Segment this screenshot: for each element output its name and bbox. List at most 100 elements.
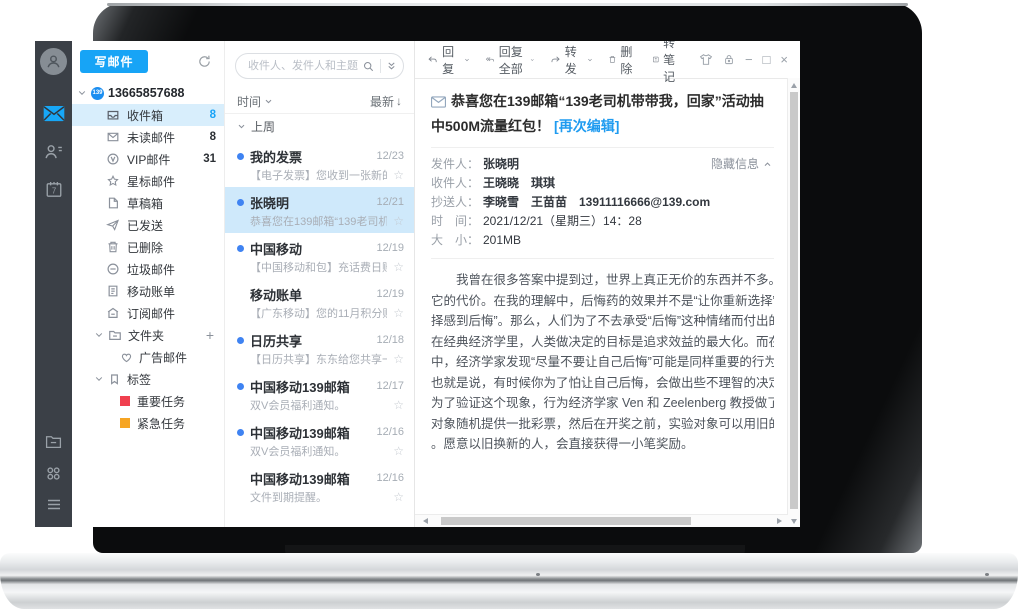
folder-list: 收件箱 8 未读邮件 8 VIP邮件 31 星标邮件 xyxy=(72,104,224,434)
scroll-right-arrow[interactable] xyxy=(777,518,782,524)
delete-button[interactable]: 删除 xyxy=(608,43,637,77)
star-icon[interactable]: ☆ xyxy=(393,260,404,274)
avatar[interactable] xyxy=(40,48,67,75)
mail-icon xyxy=(106,130,120,144)
mail-item[interactable]: 中国移动12/19 【中国移动和包】充话费日账单已送到 ...☆ xyxy=(225,233,414,279)
mail-item[interactable]: 移动账单12/19 【广东移动】您的11月积分账单已送达 ...☆ xyxy=(225,279,414,325)
mail-item-selected[interactable]: 张晓明12/21 恭喜您在139邮箱“139老司机带带我...☆ xyxy=(225,187,414,233)
tag-important[interactable]: 重要任务 xyxy=(72,390,224,412)
search-icon[interactable] xyxy=(362,60,375,73)
scroll-left-arrow[interactable] xyxy=(423,518,428,524)
folder-deleted[interactable]: 已删除 xyxy=(72,236,224,258)
star-icon[interactable]: ☆ xyxy=(393,444,404,458)
minimize-button[interactable]: − xyxy=(745,52,753,67)
scroll-up-arrow[interactable] xyxy=(791,83,797,88)
orange-tag-swatch xyxy=(120,418,130,428)
folder-starred[interactable]: 星标邮件 xyxy=(72,170,224,192)
mail-list-panel: 时间 最新↓ 上周 我的发票12/23 【电子发票】您收到一张新的电子发票。☆ … xyxy=(225,41,415,527)
folder-drafts[interactable]: 草稿箱 xyxy=(72,192,224,214)
folder-group[interactable]: 文件夹 + xyxy=(72,324,224,346)
sent-icon xyxy=(106,218,120,232)
unread-dot xyxy=(237,337,244,344)
search-box[interactable] xyxy=(235,53,404,79)
reply-all-button[interactable]: 回复全部 xyxy=(485,43,535,77)
refresh-icon[interactable] xyxy=(197,54,212,72)
menu-icon[interactable] xyxy=(46,498,62,511)
mail-item[interactable]: 中国移动139邮箱12/16 文件到期提醒。☆ xyxy=(225,463,414,509)
star-icon[interactable]: ☆ xyxy=(393,306,404,320)
double-chevron-down-icon[interactable] xyxy=(386,60,397,72)
star-icon[interactable]: ☆ xyxy=(393,398,404,412)
mail-subject: 恭喜您在139邮箱“139老司机带带我，回家”活动抽中500M流量红包！[再次编… xyxy=(431,90,774,138)
folder-subscriptions[interactable]: 订阅邮件 xyxy=(72,302,224,324)
mail-item[interactable]: 中国移动139邮箱12/16 双V会员福利通知。☆ xyxy=(225,417,414,463)
folder-vip[interactable]: VIP邮件 31 xyxy=(72,148,224,170)
forward-button[interactable]: 转发 xyxy=(550,43,593,77)
star-icon[interactable]: ☆ xyxy=(393,168,404,182)
add-folder-button[interactable]: + xyxy=(206,327,214,343)
list-sort-bar: 时间 最新↓ xyxy=(225,89,414,114)
mail-items: 我的发票12/23 【电子发票】您收到一张新的电子发票。☆ 张晓明12/21 恭… xyxy=(225,141,414,527)
horizontal-scrollbar[interactable] xyxy=(415,514,788,527)
star-icon[interactable]: ☆ xyxy=(393,214,404,228)
vip-count: 31 xyxy=(203,153,216,165)
contacts-rail-icon[interactable] xyxy=(44,143,63,160)
folder-sent[interactable]: 已发送 xyxy=(72,214,224,236)
compose-button[interactable]: 写邮件 xyxy=(80,50,148,73)
vip-icon xyxy=(106,152,120,166)
reply-button[interactable]: 回复 xyxy=(427,43,470,77)
tag-group[interactable]: 标签 xyxy=(72,368,224,390)
maximize-button[interactable]: □ xyxy=(763,52,771,67)
mail-rail-icon[interactable] xyxy=(43,105,65,122)
theme-tshirt-icon[interactable] xyxy=(699,53,713,66)
tag-urgent[interactable]: 紧急任务 xyxy=(72,412,224,434)
folder-rail-icon[interactable] xyxy=(45,434,62,449)
star-icon xyxy=(106,174,120,188)
folder-mobile-bill[interactable]: 移动账单 xyxy=(72,280,224,302)
folder-ads[interactable]: 广告邮件 xyxy=(72,346,224,368)
mail-item[interactable]: 我的发票12/23 【电子发票】您收到一张新的电子发票。☆ xyxy=(225,141,414,187)
app-rail: 7 xyxy=(35,41,72,527)
calendar-rail-icon[interactable]: 7 xyxy=(45,180,63,198)
apps-grid-icon[interactable] xyxy=(45,465,62,482)
vertical-scrollbar[interactable] xyxy=(787,78,800,515)
meta-size: 大 小：201MB xyxy=(431,231,774,250)
close-button[interactable]: × xyxy=(780,52,788,67)
folder-inbox[interactable]: 收件箱 8 xyxy=(72,104,224,126)
red-tag-swatch xyxy=(120,396,130,406)
tag-icon xyxy=(108,373,121,386)
meta-to: 收件人：王晓晓 琪琪 xyxy=(431,174,774,193)
account-badge: 139 xyxy=(91,87,104,100)
edit-again-link[interactable]: [再次编辑] xyxy=(554,118,619,134)
star-icon[interactable]: ☆ xyxy=(393,352,404,366)
mail-icon xyxy=(431,92,446,115)
folder-junk[interactable]: 垃圾邮件 xyxy=(72,258,224,280)
account-row[interactable]: 139 13665857688 xyxy=(77,83,184,103)
group-last-week[interactable]: 上周 xyxy=(225,114,414,139)
folder-unread[interactable]: 未读邮件 8 xyxy=(72,126,224,148)
meta-cc: 抄送人：李晓雪 王苗苗 13911116666@139.com xyxy=(431,193,774,212)
base-screw xyxy=(536,573,540,576)
order-newest[interactable]: 最新↓ xyxy=(370,93,402,110)
unread-dot xyxy=(237,245,244,252)
lock-icon[interactable] xyxy=(723,53,735,66)
window-controls: − □ × xyxy=(699,52,788,67)
star-icon[interactable]: ☆ xyxy=(393,490,404,504)
folder-icon xyxy=(108,328,122,342)
scroll-down-arrow[interactable] xyxy=(791,519,797,524)
hide-info-toggle[interactable]: 隐藏信息 xyxy=(711,155,772,174)
sort-by-time[interactable]: 时间 xyxy=(237,93,261,110)
mail-item[interactable]: 中国移动139邮箱12/17 双V会员福利通知。☆ xyxy=(225,371,414,417)
search-input[interactable] xyxy=(246,59,362,73)
heart-tag-icon xyxy=(120,351,133,364)
vertical-scroll-thumb[interactable] xyxy=(790,92,798,509)
horizontal-scroll-thumb[interactable] xyxy=(441,517,691,525)
laptop-lid-rim xyxy=(107,3,908,6)
chevron-down-icon xyxy=(94,374,104,384)
mail-item[interactable]: 日历共享12/18 【日历共享】东东给您共享一个名为“活...☆ xyxy=(225,325,414,371)
chevron-down-icon xyxy=(237,122,246,131)
note-icon xyxy=(652,53,660,66)
user-icon xyxy=(45,53,62,70)
mail-body: 我曾在很多答案中提到过，世界上真正无价的东西并不多。如果硬要算， 它的代价。在我… xyxy=(431,270,774,455)
reply-icon xyxy=(427,53,438,66)
